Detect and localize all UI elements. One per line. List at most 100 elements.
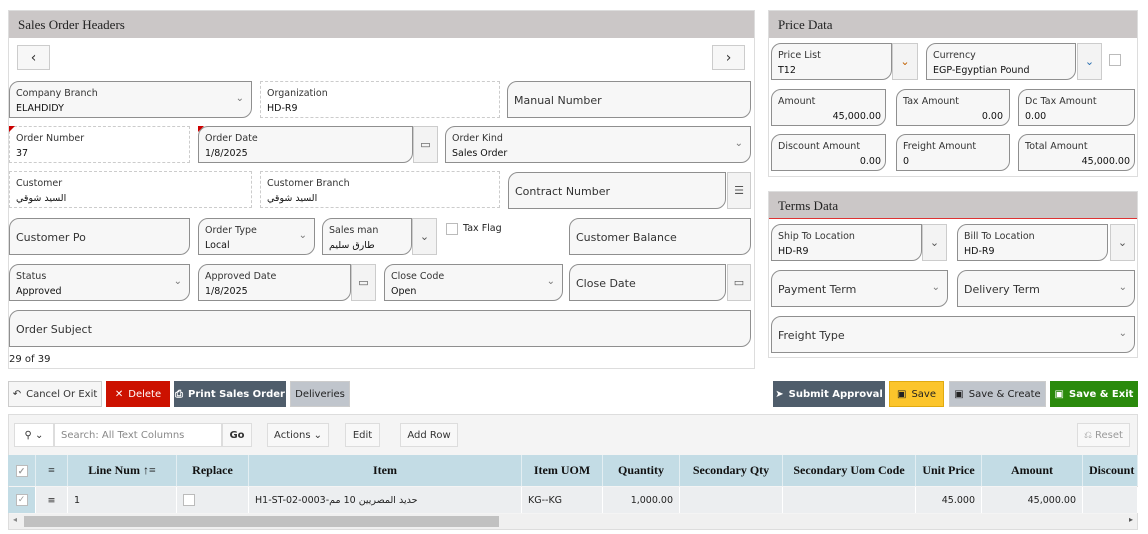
previous-record-button[interactable]: ‹ (17, 45, 50, 70)
column-header-secondary-qty[interactable]: Secondary Qty (680, 455, 783, 486)
tax-amount-field[interactable]: Tax Amount 0.00 (896, 89, 1010, 126)
dc-tax-amount-field[interactable]: Dc Tax Amount 0.00 (1018, 89, 1135, 126)
ship-to-location-input[interactable]: Ship To Location HD-R9 (771, 224, 922, 261)
delivery-term-select[interactable]: Delivery Term ⌄ (957, 270, 1135, 307)
field-value: Open (391, 286, 417, 297)
order-subject-input[interactable]: Order Subject (9, 310, 751, 347)
scroll-left-arrow[interactable]: ◂ (13, 515, 17, 524)
sales-man-input[interactable]: Sales man طارق سليم (322, 218, 412, 255)
currency-input[interactable]: Currency EGP-Egyptian Pound (926, 43, 1076, 80)
close-date-input[interactable]: Close Date (569, 264, 726, 301)
tax-flag-checkbox[interactable] (446, 223, 458, 235)
field-value: 45,000.00 (1081, 156, 1130, 167)
column-header-replace[interactable]: Replace (177, 455, 249, 486)
deliveries-button[interactable]: Deliveries (290, 381, 350, 407)
go-button[interactable]: Go (222, 423, 252, 447)
cell-line-num[interactable]: 1 (68, 487, 177, 513)
select-all-checkbox[interactable]: ✓ (8, 455, 36, 486)
close-code-select[interactable]: Close Code Open ⌄ (384, 264, 563, 301)
column-header-secondary-uom-code[interactable]: Secondary Uom Code (783, 455, 916, 486)
column-header-unit-price[interactable]: Unit Price (916, 455, 982, 486)
field-label: Contract Number (515, 185, 611, 198)
scroll-right-arrow[interactable]: ▸ (1129, 515, 1133, 524)
total-amount-field[interactable]: Total Amount 45,000.00 (1018, 134, 1135, 171)
order-date-input[interactable]: Order Date 1/8/2025 (198, 126, 413, 163)
chevron-down-icon[interactable]: ⌄ (892, 43, 918, 80)
customer-field: Customer السيد شوقي (9, 171, 252, 208)
floppy-disk-icon: ▣ (954, 388, 964, 400)
cell-replace-checkbox[interactable] (177, 487, 249, 513)
cell-quantity[interactable]: 1,000.00 (603, 487, 680, 513)
button-label: Deliveries (295, 388, 345, 400)
order-kind-select[interactable]: Order Kind Sales Order ⌄ (445, 126, 751, 163)
price-list-input[interactable]: Price List T12 (771, 43, 892, 80)
calendar-icon[interactable]: ▭ (413, 126, 438, 163)
chevron-down-icon[interactable]: ⌄ (1077, 43, 1102, 80)
chevron-down-icon[interactable]: ⌄ (1110, 224, 1135, 261)
reset-button[interactable]: ⎌ Reset (1077, 423, 1130, 447)
cell-discount[interactable] (1083, 487, 1138, 513)
customer-po-input[interactable]: Customer Po (9, 218, 190, 255)
panel-title: Price Data (769, 11, 1137, 38)
column-header-item-uom[interactable]: Item UOM (522, 455, 603, 486)
contract-number-input[interactable]: Contract Number (508, 172, 726, 209)
company-branch-select[interactable]: Company Branch ELAHDIDY ⌄ (9, 81, 252, 118)
freight-type-select[interactable]: Freight Type ⌄ (771, 316, 1135, 353)
list-icon[interactable]: ☰ (727, 172, 751, 209)
bill-to-location-input[interactable]: Bill To Location HD-R9 (957, 224, 1108, 261)
cell-secondary-uom-code[interactable] (783, 487, 916, 513)
print-sales-order-button[interactable]: ⎙ Print Sales Order (174, 381, 286, 407)
add-row-button[interactable]: Add Row (400, 423, 458, 447)
cancel-or-exit-button[interactable]: ↶ Cancel Or Exit (8, 381, 102, 407)
approved-date-input[interactable]: Approved Date 1/8/2025 (198, 264, 351, 301)
field-label: Bill To Location (964, 231, 1035, 242)
next-record-button[interactable]: › (712, 45, 745, 70)
chevron-down-icon[interactable]: ⌄ (412, 218, 437, 255)
button-label: Delete (128, 388, 162, 400)
manual-number-input[interactable]: Manual Number (507, 81, 751, 118)
payment-term-select[interactable]: Payment Term ⌄ (771, 270, 948, 307)
search-column-selector[interactable]: ⚲ ⌄ (14, 423, 54, 447)
customer-balance-input[interactable]: Customer Balance (569, 218, 751, 255)
button-label: Edit (352, 429, 373, 441)
edit-button[interactable]: Edit (345, 423, 380, 447)
save-button[interactable]: ▣ Save (889, 381, 944, 407)
freight-amount-field[interactable]: Freight Amount 0 (896, 134, 1010, 171)
discount-amount-field[interactable]: Discount Amount 0.00 (771, 134, 886, 171)
horizontal-scrollbar[interactable]: ◂ ▸ (9, 514, 1137, 529)
row-actions-menu[interactable]: ≡ (36, 487, 68, 513)
row-select-checkbox[interactable]: ✓ (8, 487, 36, 513)
currency-checkbox[interactable] (1109, 54, 1121, 66)
field-value: 37 (16, 148, 29, 159)
save-and-create-button[interactable]: ▣ Save & Create (949, 381, 1046, 407)
delete-button[interactable]: ✕ Delete (106, 381, 170, 407)
status-select[interactable]: Status Approved ⌄ (9, 264, 190, 301)
calendar-icon[interactable]: ▭ (351, 264, 376, 301)
amount-field[interactable]: Amount 45,000.00 (771, 89, 886, 126)
calendar-icon[interactable]: ▭ (727, 264, 751, 301)
cell-item-uom[interactable]: KG--KG (522, 487, 603, 513)
field-value: T12 (778, 65, 796, 76)
actions-menu-button[interactable]: Actions ⌄ (267, 423, 329, 447)
column-header-discount[interactable]: Discount (1083, 455, 1138, 486)
chevron-down-icon: ⌄ (298, 230, 307, 241)
column-header-line-num[interactable]: Line Num ↑≡ (68, 455, 177, 486)
cell-item[interactable]: H1-ST-02-0003-حديد المصريين 10 مم (249, 487, 522, 513)
column-header-quantity[interactable]: Quantity (603, 455, 680, 486)
order-type-select[interactable]: Order Type Local ⌄ (198, 218, 315, 255)
cell-amount[interactable]: 45,000.00 (982, 487, 1083, 513)
cell-secondary-qty[interactable] (680, 487, 783, 513)
search-input[interactable]: Search: All Text Columns (54, 423, 222, 447)
scrollbar-thumb[interactable] (24, 516, 499, 527)
save-and-exit-button[interactable]: ▣ Save & Exit (1050, 381, 1138, 407)
field-value: HD-R9 (267, 103, 298, 114)
field-label: Customer (16, 178, 63, 189)
submit-approval-button[interactable]: ➤ Submit Approval (773, 381, 885, 407)
chevron-down-icon[interactable]: ⌄ (922, 224, 947, 261)
field-label: Total Amount (1025, 141, 1088, 152)
column-header-item[interactable]: Item (249, 455, 522, 486)
cell-unit-price[interactable]: 45.000 (916, 487, 982, 513)
column-header-amount[interactable]: Amount (982, 455, 1083, 486)
field-label: Order Type (205, 225, 257, 236)
chevron-down-icon: ⌄ (734, 138, 743, 149)
